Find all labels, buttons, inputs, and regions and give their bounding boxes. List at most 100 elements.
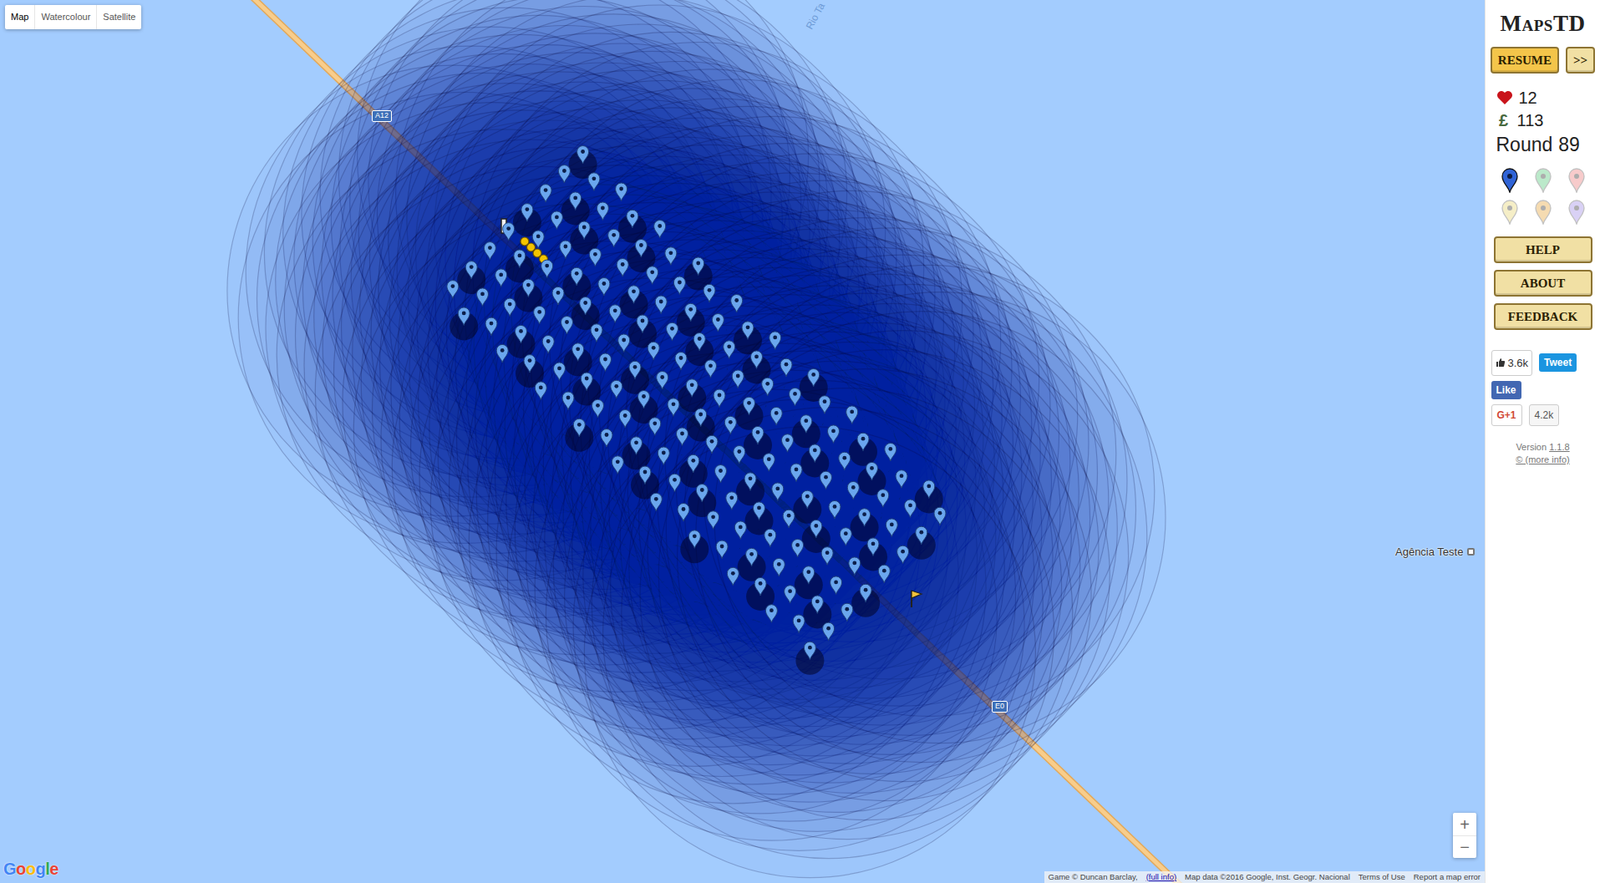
tower-pin-icon[interactable]: [802, 566, 815, 585]
map-type-button[interactable]: Map: [5, 5, 36, 30]
tower-type-pin-icon[interactable]: [1500, 199, 1519, 225]
menu-button[interactable]: ABOUT: [1493, 269, 1593, 297]
tower-pin-icon[interactable]: [723, 340, 736, 360]
tower-pin-icon[interactable]: [465, 261, 478, 280]
tower-pin-icon[interactable]: [669, 473, 681, 493]
tower-pin-icon[interactable]: [600, 429, 613, 448]
tower-pin-icon[interactable]: [695, 484, 708, 503]
tower-pin-icon[interactable]: [558, 165, 570, 184]
tower-pin-icon[interactable]: [803, 641, 816, 661]
attribution-item[interactable]: Map data ©2016 Google, Inst. Geogr. Naci…: [1184, 872, 1351, 883]
tower-pin-icon[interactable]: [639, 466, 651, 485]
tower-pin-icon[interactable]: [477, 288, 489, 307]
tower-pin-icon[interactable]: [521, 203, 534, 223]
tower-pin-icon[interactable]: [666, 322, 679, 341]
tower-pin-icon[interactable]: [495, 269, 508, 288]
tower-pin-icon[interactable]: [559, 240, 572, 260]
tower-pin-icon[interactable]: [646, 266, 659, 285]
attribution-item[interactable]: Report a map error: [1413, 872, 1481, 883]
tower-pin-icon[interactable]: [841, 603, 854, 622]
tower-pin-icon[interactable]: [496, 344, 508, 363]
tower-pin-icon[interactable]: [706, 435, 718, 454]
tower-pin-icon[interactable]: [502, 223, 515, 242]
tower-pin-icon[interactable]: [553, 362, 566, 381]
tower-pin-icon[interactable]: [485, 317, 498, 336]
tower-pin-icon[interactable]: [839, 528, 852, 547]
tower-pin-icon[interactable]: [542, 335, 554, 355]
tower-pin-icon[interactable]: [734, 521, 747, 540]
tower-pin-icon[interactable]: [726, 492, 738, 511]
tower-pin-icon[interactable]: [630, 436, 643, 456]
tower-pin-icon[interactable]: [731, 370, 744, 389]
tower-pin-icon[interactable]: [550, 211, 563, 230]
tower-pin-icon[interactable]: [934, 507, 946, 526]
tower-pin-icon[interactable]: [724, 416, 737, 435]
tower-pin-icon[interactable]: [848, 557, 861, 576]
map-type-button[interactable]: Satellite: [96, 5, 142, 30]
tower-pin-icon[interactable]: [878, 564, 890, 584]
tower-pin-icon[interactable]: [579, 297, 592, 316]
tower-pin-icon[interactable]: [562, 391, 574, 411]
tower-pin-icon[interactable]: [503, 298, 516, 317]
facebook-like-button[interactable]: Like: [1491, 380, 1522, 400]
tower-pin-icon[interactable]: [695, 408, 707, 427]
tower-type-pin-icon[interactable]: [1533, 199, 1553, 225]
tower-pin-icon[interactable]: [693, 333, 706, 352]
tower-pin-icon[interactable]: [711, 314, 724, 333]
tower-pin-icon[interactable]: [746, 548, 758, 567]
tower-pin-icon[interactable]: [647, 341, 660, 361]
attribution-item[interactable]: Game © Duncan Barclay,: [1048, 872, 1138, 883]
tower-pin-icon[interactable]: [534, 381, 547, 401]
tower-pin-icon[interactable]: [541, 259, 554, 279]
tower-pin-icon[interactable]: [588, 172, 600, 192]
tower-pin-icon[interactable]: [677, 503, 690, 523]
tower-pin-icon[interactable]: [792, 614, 805, 634]
tower-pin-icon[interactable]: [915, 526, 928, 545]
menu-button[interactable]: FEEDBACK: [1493, 303, 1593, 331]
tower-pin-icon[interactable]: [784, 585, 797, 605]
tower-pin-icon[interactable]: [590, 324, 603, 343]
tower-pin-icon[interactable]: [610, 380, 623, 399]
map-canvas[interactable]: [0, 0, 1485, 883]
tower-pin-icon[interactable]: [754, 577, 767, 596]
tower-pin-icon[interactable]: [654, 220, 666, 239]
tower-pin-icon[interactable]: [692, 257, 705, 276]
attribution-item[interactable]: (full info): [1146, 872, 1177, 883]
tower-pin-icon[interactable]: [790, 463, 803, 483]
tower-pin-icon[interactable]: [789, 387, 802, 407]
tower-pin-icon[interactable]: [782, 509, 795, 529]
tower-pin-icon[interactable]: [731, 294, 743, 314]
tower-pin-icon[interactable]: [703, 284, 716, 303]
tower-pin-icon[interactable]: [570, 267, 583, 286]
tower-pin-icon[interactable]: [592, 399, 605, 418]
tower-pin-icon[interactable]: [895, 470, 908, 489]
tower-pin-icon[interactable]: [446, 280, 459, 300]
tower-pin-icon[interactable]: [821, 547, 834, 566]
tower-pin-icon[interactable]: [772, 558, 785, 577]
resume-button[interactable]: RESUME: [1490, 46, 1560, 74]
tower-pin-icon[interactable]: [741, 321, 754, 341]
fast-forward-button[interactable]: >>: [1565, 46, 1595, 74]
tower-pin-icon[interactable]: [751, 350, 763, 370]
tower-pin-icon[interactable]: [792, 538, 804, 558]
tower-pin-icon[interactable]: [808, 444, 821, 463]
tower-pin-icon[interactable]: [885, 518, 898, 538]
tower-pin-icon[interactable]: [539, 184, 552, 204]
tower-pin-icon[interactable]: [830, 576, 843, 595]
tower-pin-icon[interactable]: [904, 499, 917, 519]
tower-pin-icon[interactable]: [782, 434, 794, 453]
tower-pin-icon[interactable]: [616, 259, 629, 278]
tower-pin-icon[interactable]: [801, 490, 813, 509]
tower-pin-icon[interactable]: [846, 406, 859, 425]
tower-pin-icon[interactable]: [580, 372, 593, 392]
zoom-out-button[interactable]: −: [1452, 835, 1477, 859]
tower-pin-icon[interactable]: [611, 456, 624, 475]
tower-pin-icon[interactable]: [673, 276, 686, 295]
tower-pin-icon[interactable]: [743, 396, 756, 416]
tower-pin-icon[interactable]: [552, 286, 564, 305]
tower-pin-icon[interactable]: [572, 343, 585, 362]
tower-pin-icon[interactable]: [818, 396, 831, 415]
map-type-button[interactable]: Watercolour: [35, 5, 97, 30]
tower-pin-icon[interactable]: [762, 453, 775, 473]
tower-pin-icon[interactable]: [589, 248, 601, 267]
